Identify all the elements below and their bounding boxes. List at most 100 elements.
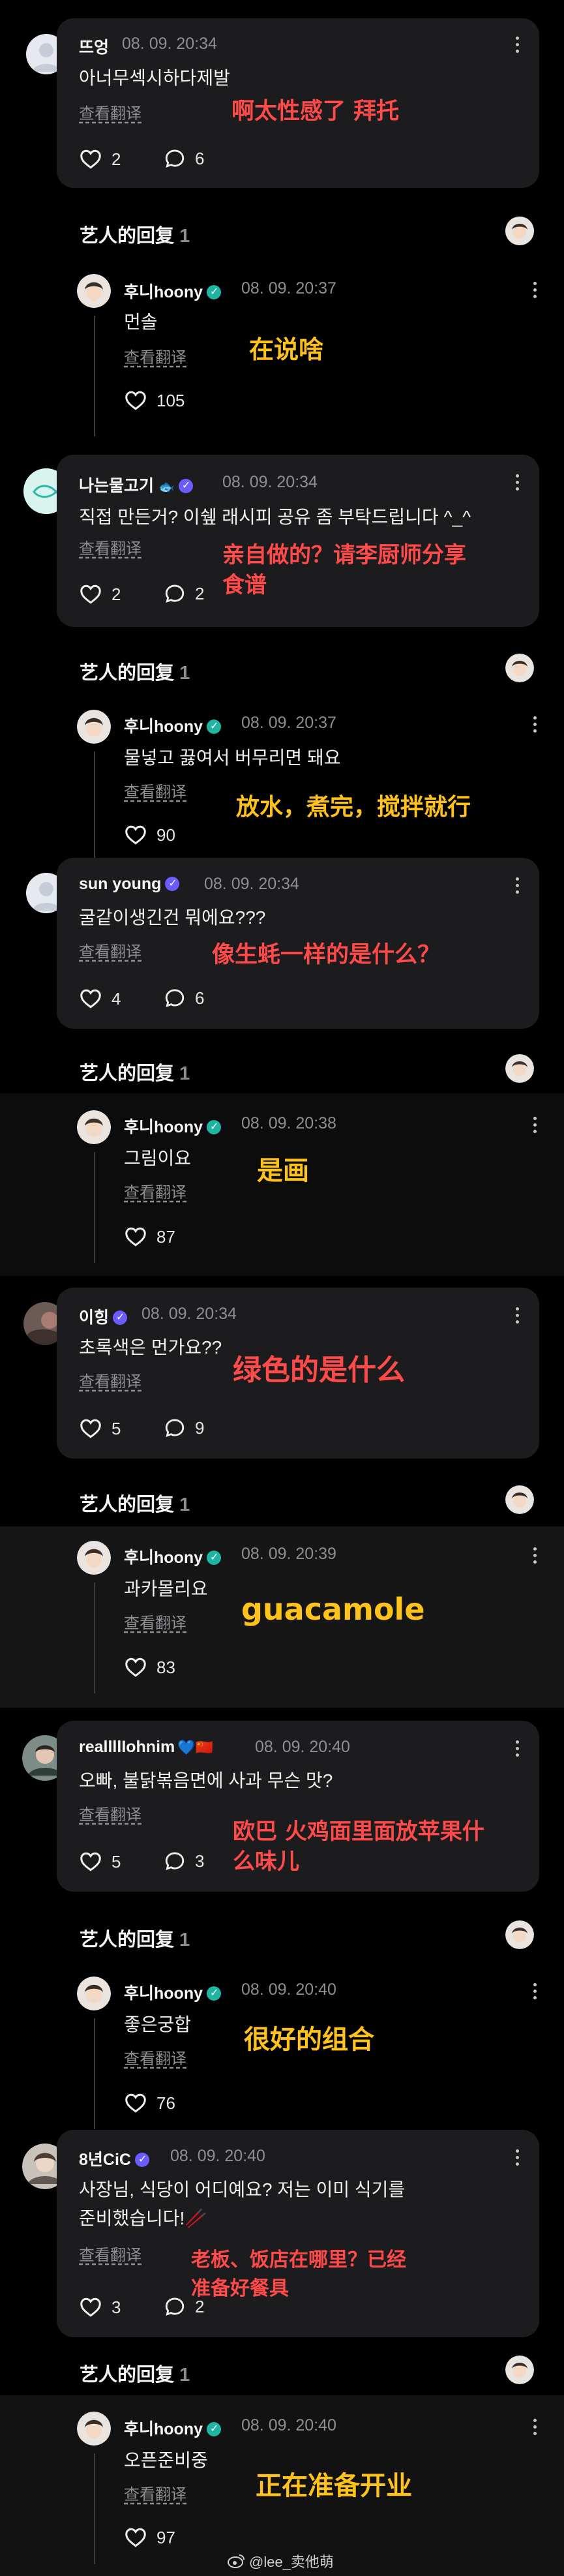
translate-link[interactable]: 查看翻译 xyxy=(79,536,141,558)
more-options-icon[interactable] xyxy=(516,37,520,56)
translate-link[interactable]: 查看翻译 xyxy=(79,1802,141,1825)
more-options-icon[interactable] xyxy=(516,1740,520,1760)
heart-icon xyxy=(124,823,147,847)
translate-link[interactable]: 查看翻译 xyxy=(79,939,141,962)
reply-count: 9 xyxy=(195,1417,205,1438)
heart-icon xyxy=(124,389,147,412)
artist-replies-header[interactable]: 艺人的回复 1 xyxy=(80,2359,190,2387)
like-count: 2 xyxy=(111,584,121,604)
like-count: 90 xyxy=(156,825,175,845)
comment-time: 08. 09. 20:34 xyxy=(222,473,318,491)
artist-avatar-small[interactable] xyxy=(505,654,534,682)
reply-button[interactable]: 9 xyxy=(164,1417,204,1439)
more-options-icon[interactable] xyxy=(516,2149,520,2169)
artist-name[interactable]: 후니hoony xyxy=(124,1980,221,2004)
artist-replies-header[interactable]: 艺人的回复 1 xyxy=(80,1924,190,1952)
artist-avatar-small[interactable] xyxy=(505,1485,534,1514)
reply-button[interactable]: 2 xyxy=(164,583,204,605)
like-button[interactable]: 3 xyxy=(79,2296,121,2319)
comment-bubble-icon xyxy=(164,1417,186,1439)
more-options-icon[interactable] xyxy=(516,1307,520,1327)
artist-avatar[interactable] xyxy=(77,2412,111,2446)
translate-link[interactable]: 查看翻译 xyxy=(124,2481,186,2504)
like-button[interactable]: 83 xyxy=(124,1656,175,1679)
artist-avatar-small[interactable] xyxy=(505,1054,534,1083)
thread-line xyxy=(94,1583,95,1693)
more-options-icon[interactable] xyxy=(533,716,537,736)
like-button[interactable]: 5 xyxy=(79,1417,121,1440)
translate-link[interactable]: 查看翻译 xyxy=(79,2242,141,2265)
reply-button[interactable]: 2 xyxy=(164,2296,204,2318)
more-options-icon[interactable] xyxy=(533,1117,537,1136)
artist-avatar[interactable] xyxy=(77,710,111,744)
comment-author[interactable]: 뜨엉 xyxy=(79,35,109,58)
artist-name[interactable]: 후니hoony xyxy=(124,714,221,737)
heart-icon xyxy=(79,987,102,1010)
like-button[interactable]: 105 xyxy=(124,389,185,412)
more-options-icon[interactable] xyxy=(533,282,537,301)
face-avatar-icon xyxy=(77,1977,111,2010)
like-count: 2 xyxy=(111,149,121,169)
comment-author[interactable]: 나는물고기 🐟 xyxy=(79,473,193,496)
artist-avatar[interactable] xyxy=(77,1977,111,2010)
artist-avatar-small[interactable] xyxy=(505,1920,534,1949)
artist-avatar-small[interactable] xyxy=(505,217,534,245)
face-avatar-icon xyxy=(505,2356,534,2384)
like-button[interactable]: 5 xyxy=(79,1850,121,1873)
comment-bubble-icon xyxy=(164,147,186,170)
artist-replies-header[interactable]: 艺人的回复 1 xyxy=(80,220,190,248)
comment-bubble-icon xyxy=(164,987,186,1009)
more-options-icon[interactable] xyxy=(533,2419,537,2438)
like-button[interactable]: 2 xyxy=(79,583,121,606)
translation-overlay: 像生蚝一样的是什么？ xyxy=(212,942,441,968)
comment-author[interactable]: 이힝 xyxy=(79,1305,128,1328)
like-button[interactable]: 2 xyxy=(79,147,121,171)
verified-badge-icon xyxy=(207,1986,221,2001)
comment-author[interactable]: 8년CiC xyxy=(79,2147,149,2170)
artist-replies-header[interactable]: 艺人的回复 1 xyxy=(80,1489,190,1517)
more-options-icon[interactable] xyxy=(533,1983,537,2003)
comment-author[interactable]: reallllIohnim 💙🇨🇳 xyxy=(79,1738,213,1757)
comment-text: 직접 만든거? 이쉪 래시피 공유 좀 부탁드립니다 ^_^ xyxy=(79,507,471,527)
translation-overlay: 老板、饭店在哪里？已经 xyxy=(191,2249,406,2271)
more-options-icon[interactable] xyxy=(516,877,520,897)
like-button[interactable]: 97 xyxy=(124,2526,175,2549)
translate-link[interactable]: 查看翻译 xyxy=(79,1369,141,1391)
reply-time: 08. 09. 20:37 xyxy=(241,714,336,732)
like-button[interactable]: 87 xyxy=(124,1225,175,1249)
face-avatar-icon xyxy=(505,1054,534,1083)
translation-overlay: 么味儿 xyxy=(233,1849,299,1875)
comment-author[interactable]: sun young xyxy=(79,875,180,894)
reply-text: 그림이요 xyxy=(124,1148,192,1168)
artist-avatar[interactable] xyxy=(77,1541,111,1575)
more-options-icon[interactable] xyxy=(533,1547,537,1567)
translate-link[interactable]: 查看翻译 xyxy=(124,2046,186,2068)
reply-time: 08. 09. 20:40 xyxy=(241,1980,336,1999)
translate-link[interactable]: 查看翻译 xyxy=(124,1610,186,1633)
translate-link[interactable]: 查看翻译 xyxy=(124,344,186,367)
reply-button[interactable]: 3 xyxy=(164,1850,204,1872)
comment-time: 08. 09. 20:34 xyxy=(122,35,217,53)
like-button[interactable]: 76 xyxy=(124,2091,175,2115)
artist-replies-header[interactable]: 艺人的回复 1 xyxy=(80,658,190,685)
translate-link[interactable]: 查看翻译 xyxy=(124,1179,186,1202)
artist-replies-header[interactable]: 艺人的回复 1 xyxy=(80,1058,190,1085)
translation-overlay: 正在准备开业 xyxy=(256,2471,412,2501)
artist-avatar[interactable] xyxy=(77,1110,111,1144)
like-count: 87 xyxy=(156,1226,175,1247)
artist-name[interactable]: 후니hoony xyxy=(124,2416,221,2440)
like-button[interactable]: 4 xyxy=(79,987,121,1010)
weibo-logo-icon xyxy=(228,2554,245,2568)
artist-name[interactable]: 후니hoony xyxy=(124,279,221,303)
reply-button[interactable]: 6 xyxy=(164,987,204,1009)
like-button[interactable]: 90 xyxy=(124,823,175,847)
translate-link[interactable]: 查看翻译 xyxy=(124,779,186,802)
artist-avatar-small[interactable] xyxy=(505,2356,534,2384)
artist-name[interactable]: 후니hoony xyxy=(124,1545,221,1568)
translate-link[interactable]: 查看翻译 xyxy=(79,100,141,123)
reply-button[interactable]: 6 xyxy=(164,147,204,170)
artist-avatar[interactable] xyxy=(77,274,111,308)
more-options-icon[interactable] xyxy=(516,474,520,494)
heart-icon xyxy=(124,2526,147,2549)
artist-name[interactable]: 후니hoony xyxy=(124,1114,221,1138)
